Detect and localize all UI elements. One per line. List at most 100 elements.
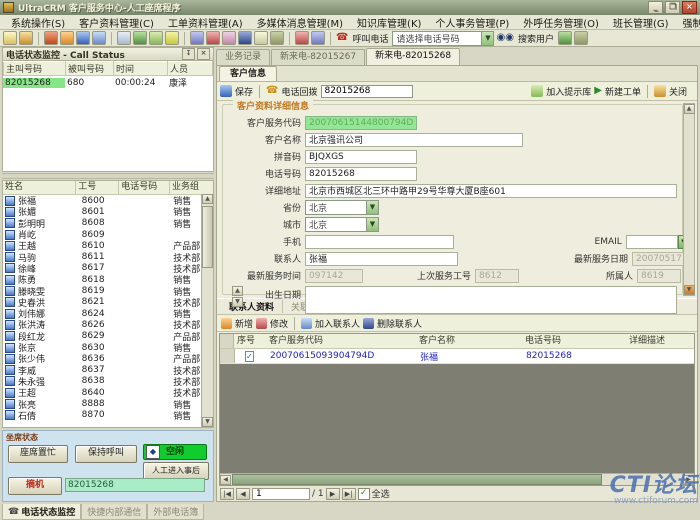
scroll-down-icon[interactable]: ▼ bbox=[202, 417, 213, 427]
memo-scroll-down-icon[interactable]: ▼ bbox=[232, 297, 243, 307]
row-checkbox[interactable]: ✓ bbox=[245, 351, 254, 362]
menu-outbound[interactable]: 外呼任务管理(O) bbox=[516, 15, 606, 30]
offhook-number-input[interactable] bbox=[65, 478, 205, 492]
form-scrollbar[interactable]: ▲ ▼ bbox=[683, 103, 695, 296]
email-field[interactable] bbox=[626, 235, 678, 249]
splitter-handle[interactable] bbox=[2, 173, 214, 179]
scrollbar-thumb[interactable] bbox=[202, 206, 213, 268]
contact-field[interactable] bbox=[305, 252, 458, 266]
contact-row[interactable]: ✓ 20070615093904794D 张福 82015268 bbox=[220, 349, 694, 364]
menu-system[interactable]: 系统操作(S) bbox=[4, 15, 72, 30]
birth-date-field[interactable] bbox=[305, 286, 677, 314]
toolbar-icon-4[interactable] bbox=[60, 31, 74, 45]
callback-button[interactable]: 电话回拨 bbox=[281, 85, 317, 98]
edit-contact-button[interactable]: 修改 bbox=[270, 317, 288, 330]
phone-number-field[interactable] bbox=[305, 167, 417, 181]
menu-personal[interactable]: 个人事务管理(P) bbox=[428, 15, 516, 30]
staff-scrollbar[interactable]: ▲ ▼ bbox=[201, 194, 213, 427]
col-description[interactable]: 详细描述 bbox=[626, 334, 694, 348]
memo-scroll-up-icon[interactable]: ▲ bbox=[232, 286, 243, 296]
toolbar-icon-16[interactable] bbox=[270, 31, 284, 45]
col-service-code[interactable]: 客户服务代码 bbox=[266, 334, 416, 348]
menu-supervisor[interactable]: 班长管理(G) bbox=[606, 15, 676, 30]
toolbar-icon-5[interactable] bbox=[76, 31, 90, 45]
tab-internal-comm[interactable]: 快捷内部通信 bbox=[81, 504, 147, 520]
next-page-icon[interactable]: ▶ bbox=[326, 488, 340, 500]
toolbar-icon-19[interactable] bbox=[558, 31, 572, 45]
offhook-button[interactable]: 摘机 bbox=[8, 477, 62, 495]
service-code-field[interactable] bbox=[305, 116, 417, 130]
add-hint-button[interactable]: 加入提示库 bbox=[546, 85, 591, 98]
col-staff-id[interactable]: 工号 bbox=[76, 181, 119, 194]
tab-external-phonebook[interactable]: 外部电话簿 bbox=[147, 504, 204, 520]
prev-page-icon[interactable]: ◀ bbox=[236, 488, 250, 500]
toolbar-icon-3[interactable] bbox=[44, 31, 58, 45]
page-number-input[interactable] bbox=[252, 488, 310, 500]
col-staff-phone[interactable]: 电话号码 bbox=[119, 181, 170, 194]
col-staff-name[interactable]: 姓名 bbox=[3, 181, 76, 194]
chevron-down-icon[interactable]: ▼ bbox=[481, 32, 493, 45]
col-callee[interactable]: 被叫号码 bbox=[66, 62, 114, 76]
col-time[interactable]: 时间 bbox=[114, 62, 168, 76]
scroll-up-icon[interactable]: ▲ bbox=[202, 194, 213, 204]
scroll-up-icon[interactable]: ▲ bbox=[684, 104, 695, 114]
toolbar-icon-12[interactable] bbox=[206, 31, 220, 45]
search-user-button[interactable]: 搜索用户 bbox=[518, 32, 554, 45]
scroll-down-icon[interactable]: ▼ bbox=[684, 285, 695, 295]
toolbar-icon-6[interactable] bbox=[92, 31, 106, 45]
toolbar-icon-10[interactable] bbox=[165, 31, 179, 45]
select-all-checkbox[interactable]: ✓ bbox=[358, 488, 370, 500]
toolbar-icon-14[interactable] bbox=[238, 31, 252, 45]
new-order-button[interactable]: 新建工单 bbox=[605, 85, 641, 98]
address-field[interactable] bbox=[305, 184, 677, 198]
col-index[interactable]: 序号 bbox=[234, 334, 266, 348]
toolbar-icon-9[interactable] bbox=[149, 31, 163, 45]
tab-business-record[interactable]: 业务记录 bbox=[216, 49, 270, 65]
row-selector[interactable] bbox=[220, 349, 235, 363]
col-person[interactable]: 人员 bbox=[168, 62, 213, 76]
toolbar-icon-17[interactable] bbox=[295, 31, 309, 45]
hold-call-button[interactable]: 保持呼叫 bbox=[75, 445, 137, 463]
toolbar-icon-7[interactable] bbox=[117, 31, 131, 45]
toolbar-icon-11[interactable] bbox=[190, 31, 204, 45]
menu-workorder[interactable]: 工单资料管理(A) bbox=[161, 15, 250, 30]
scrollbar-thumb[interactable] bbox=[232, 474, 602, 485]
phone-number-combo[interactable]: 请选择电话号码 ▼ bbox=[392, 31, 494, 46]
idle-button[interactable]: ◆ 空闲 bbox=[143, 444, 207, 460]
col-staff-group[interactable]: 业务组 bbox=[170, 181, 213, 194]
chevron-down-icon[interactable]: ▼ bbox=[366, 218, 378, 231]
col-phone[interactable]: 电话号码 bbox=[522, 334, 626, 348]
call-row[interactable]: 82015268 680 00:00:24 康泽 bbox=[3, 76, 213, 89]
tab-customer-info[interactable]: 客户信息 bbox=[219, 66, 277, 81]
menu-multimedia[interactable]: 多媒体消息管理(M) bbox=[250, 15, 350, 30]
toolbar-icon-18[interactable] bbox=[311, 31, 325, 45]
toolbar-icon-1[interactable] bbox=[3, 31, 17, 45]
pin-icon[interactable]: ↧ bbox=[182, 48, 195, 60]
add-contact-record-button[interactable]: 新增 bbox=[235, 317, 253, 330]
scroll-right-icon[interactable]: ▶ bbox=[683, 475, 694, 485]
toolbar-icon-15[interactable] bbox=[254, 31, 268, 45]
callback-number-input[interactable] bbox=[321, 85, 413, 98]
mobile-field[interactable] bbox=[305, 235, 454, 249]
toolbar-icon-13[interactable] bbox=[222, 31, 236, 45]
toolbar-icon-2[interactable] bbox=[19, 31, 33, 45]
save-button[interactable]: 保存 bbox=[235, 85, 253, 98]
city-combo[interactable]: 北京 ▼ bbox=[305, 217, 379, 232]
menu-customer[interactable]: 客户资料管理(C) bbox=[72, 15, 161, 30]
tab-incoming-82015268[interactable]: 新来电-82015268 bbox=[366, 48, 460, 65]
province-combo[interactable]: 北京 ▼ bbox=[305, 200, 379, 215]
first-page-icon[interactable]: |◀ bbox=[220, 488, 234, 500]
horizontal-scrollbar[interactable]: ◀ ▶ bbox=[220, 473, 694, 485]
last-page-icon[interactable]: ▶| bbox=[342, 488, 356, 500]
col-caller[interactable]: 主叫号码 bbox=[4, 62, 66, 76]
menu-internal[interactable]: 强制内部管理(W) bbox=[676, 15, 700, 30]
toolbar-icon-20[interactable] bbox=[574, 31, 588, 45]
restore-button[interactable]: ❐ bbox=[665, 1, 680, 14]
add-contact-button[interactable]: 加入联系人 bbox=[315, 317, 360, 330]
customer-name-field[interactable] bbox=[305, 133, 523, 147]
minimize-button[interactable]: _ bbox=[648, 1, 663, 14]
agent-busy-button[interactable]: 座席置忙 bbox=[8, 445, 68, 463]
delete-contact-button[interactable]: 删除联系人 bbox=[377, 317, 422, 330]
close-button[interactable]: × bbox=[682, 1, 697, 14]
scroll-left-icon[interactable]: ◀ bbox=[220, 475, 231, 485]
